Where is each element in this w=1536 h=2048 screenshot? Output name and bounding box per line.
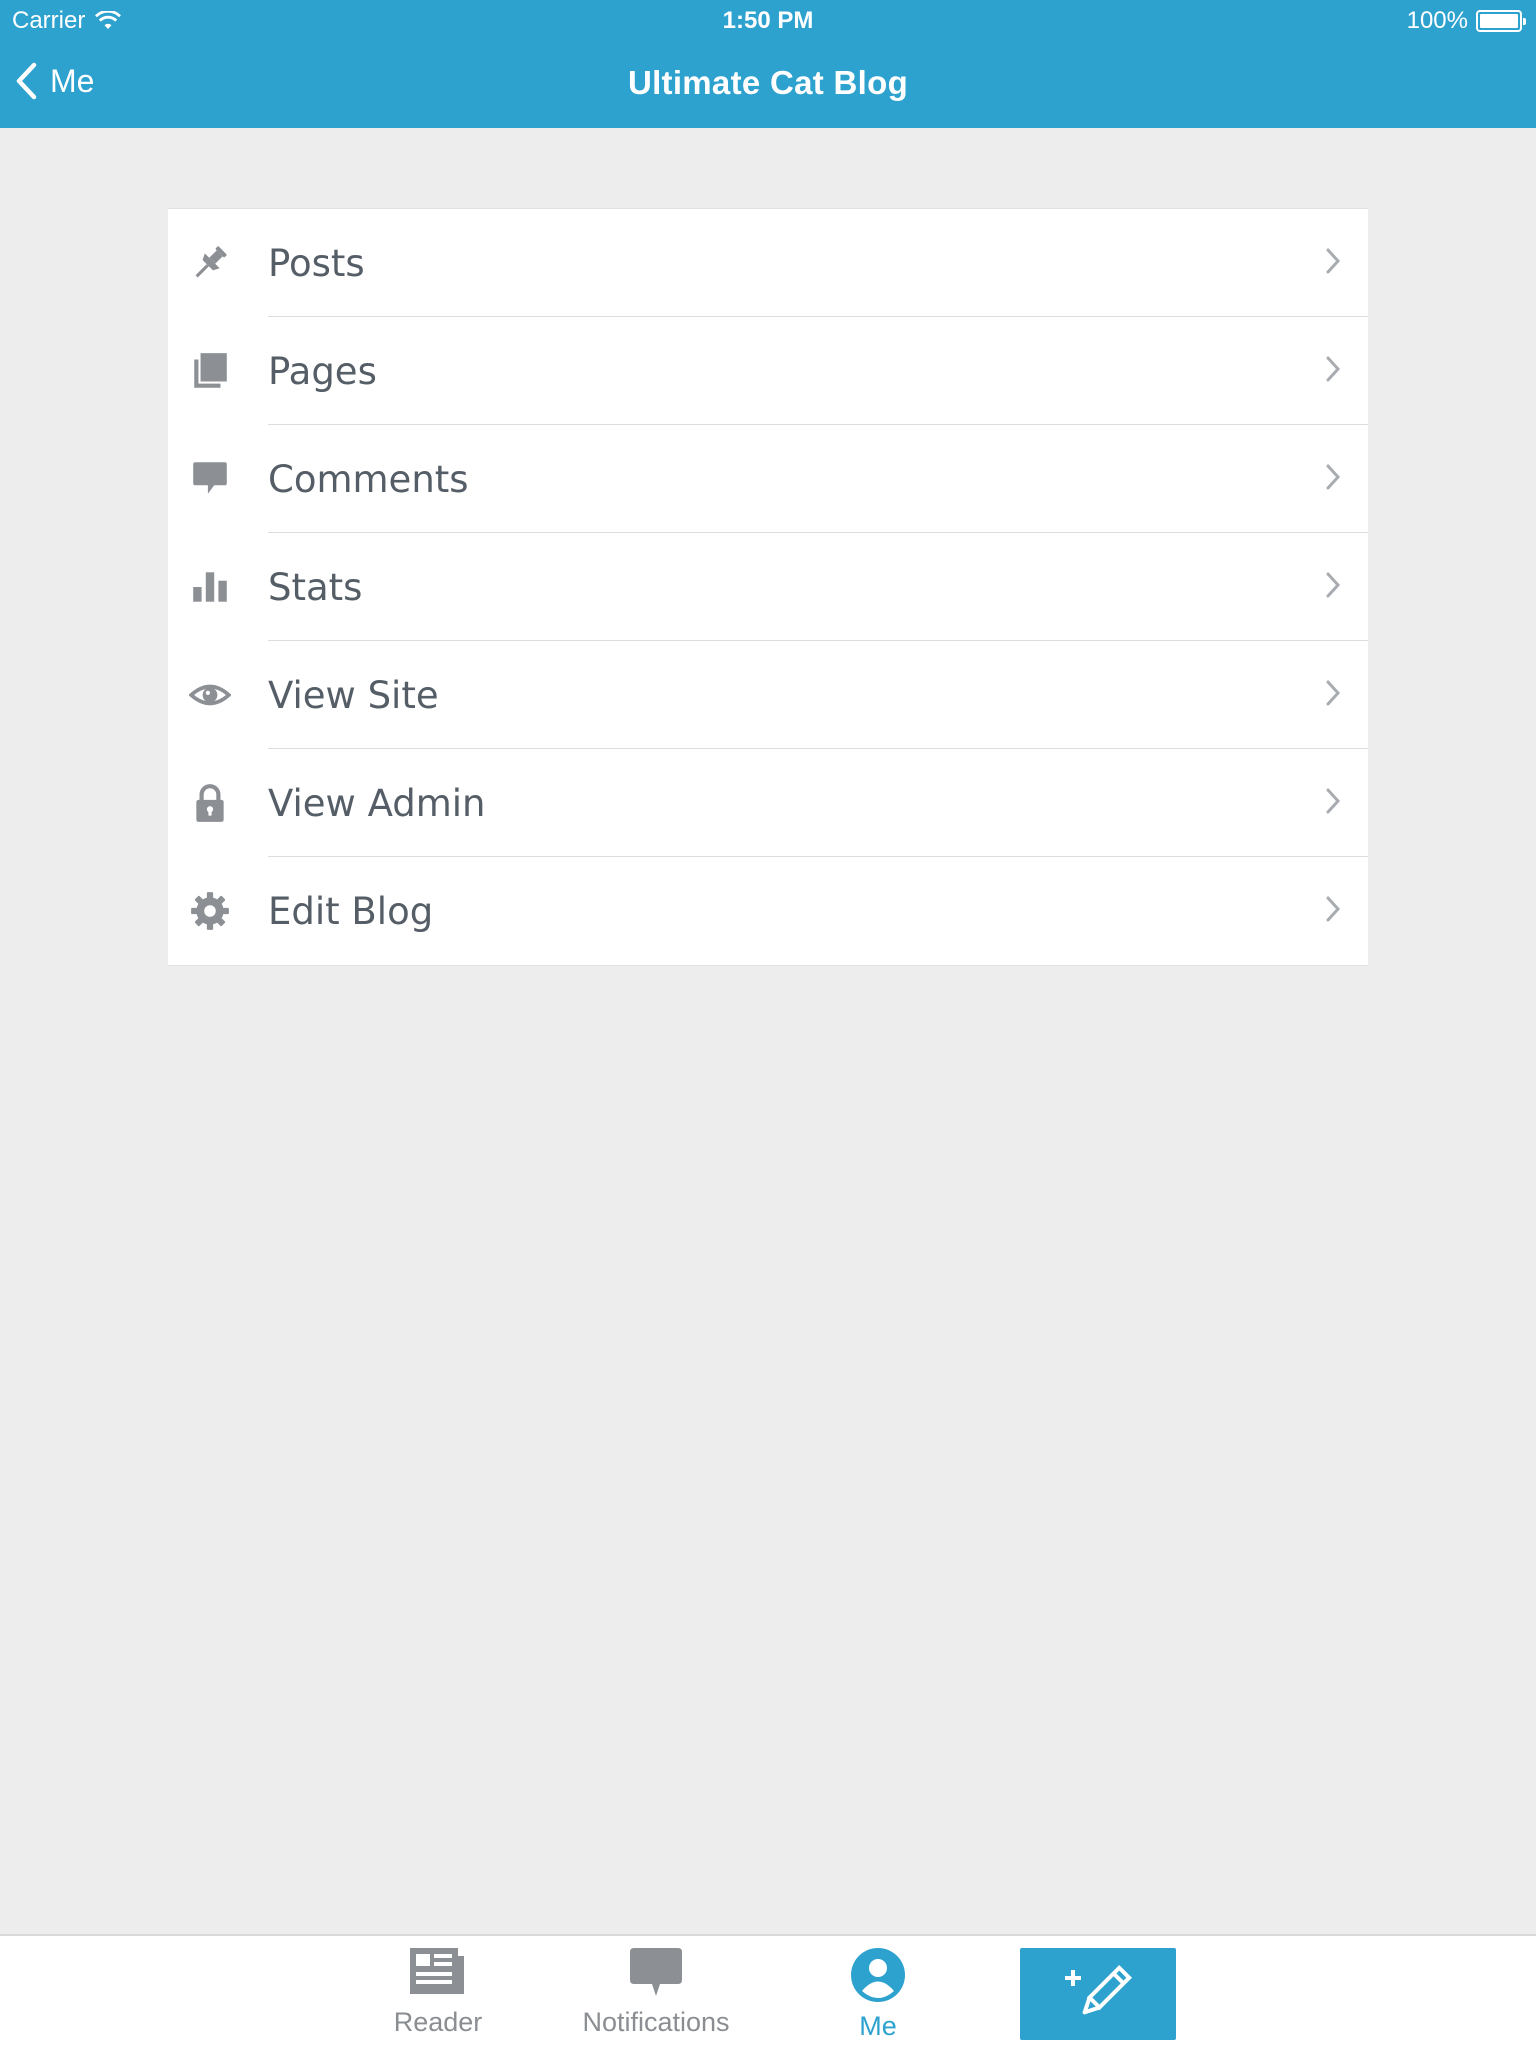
pages-icon: [194, 353, 227, 388]
status-bar: Carrier 1:50 PM 100%: [0, 0, 1536, 40]
notifications-icon: [630, 1948, 682, 1996]
me-icon: [851, 1948, 905, 2002]
menu-item-stats[interactable]: Stats: [168, 533, 1368, 641]
menu-item-view-admin[interactable]: View Admin: [168, 749, 1368, 857]
tab-notifications-label: Notifications: [582, 2007, 730, 2037]
top-bar: Carrier 1:50 PM 100% Me Ultimate Cat Blo…: [0, 0, 1536, 128]
menu-item-pages[interactable]: Pages: [168, 317, 1368, 425]
page-title: Ultimate Cat Blog: [627, 64, 909, 101]
icon-cell: [168, 425, 268, 533]
menu-item-label: Comments: [268, 457, 469, 501]
chevron-right-icon: [1326, 572, 1341, 598]
pin-icon: [195, 246, 227, 278]
tab-reader[interactable]: Reader: [338, 1946, 538, 2038]
chevron-right-icon: [1326, 680, 1341, 706]
chevron-right-icon: [1326, 356, 1341, 382]
menu-item-edit-blog[interactable]: Edit Blog: [168, 857, 1368, 965]
stats-icon: [193, 572, 227, 602]
chevron-right-icon: [1326, 464, 1341, 490]
menu-item-view-site[interactable]: View Site: [168, 641, 1368, 749]
gear-icon: [191, 892, 229, 930]
new-post-button[interactable]: [1020, 1948, 1176, 2040]
tab-reader-label: Reader: [393, 2007, 483, 2037]
menu-item-label: View Admin: [268, 781, 486, 825]
icon-cell: [168, 209, 268, 317]
compose-icon: [1065, 1965, 1132, 2015]
menu-item-label: Pages: [268, 349, 377, 393]
menu-item-posts[interactable]: Posts: [168, 209, 1368, 317]
blog-menu: Posts Pages Comments Stats View Site Vie…: [168, 208, 1368, 966]
menu-item-label: View Site: [268, 673, 439, 717]
status-time: 1:50 PM: [722, 7, 814, 34]
chevron-right-icon: [1326, 248, 1341, 274]
tab-me-label: Me: [859, 2011, 897, 2041]
menu-item-comments[interactable]: Comments: [168, 425, 1368, 533]
chevron-right-icon: [1326, 788, 1341, 814]
chevron-right-icon: [1326, 896, 1341, 922]
icon-cell: [168, 857, 268, 965]
tab-bar: Reader Notifications Me: [0, 1934, 1536, 2048]
menu-item-label: Stats: [268, 565, 363, 609]
menu-item-label: Edit Blog: [268, 889, 434, 933]
icon-cell: [168, 641, 268, 749]
navigation-bar: Me Ultimate Cat Blog: [0, 40, 1536, 128]
icon-cell: [168, 317, 268, 425]
comment-icon: [193, 462, 227, 494]
reader-icon: [410, 1948, 464, 1994]
menu-item-label: Posts: [268, 241, 365, 285]
tab-me[interactable]: Me: [778, 1946, 978, 2042]
icon-cell: [168, 533, 268, 641]
lock-icon: [196, 784, 224, 822]
battery-percent: 100%: [1406, 7, 1468, 34]
battery-group: 100%: [1406, 7, 1526, 35]
battery-icon: [1476, 10, 1526, 32]
icon-cell: [168, 749, 268, 857]
eye-icon: [189, 684, 231, 706]
tab-notifications[interactable]: Notifications: [556, 1946, 756, 2038]
